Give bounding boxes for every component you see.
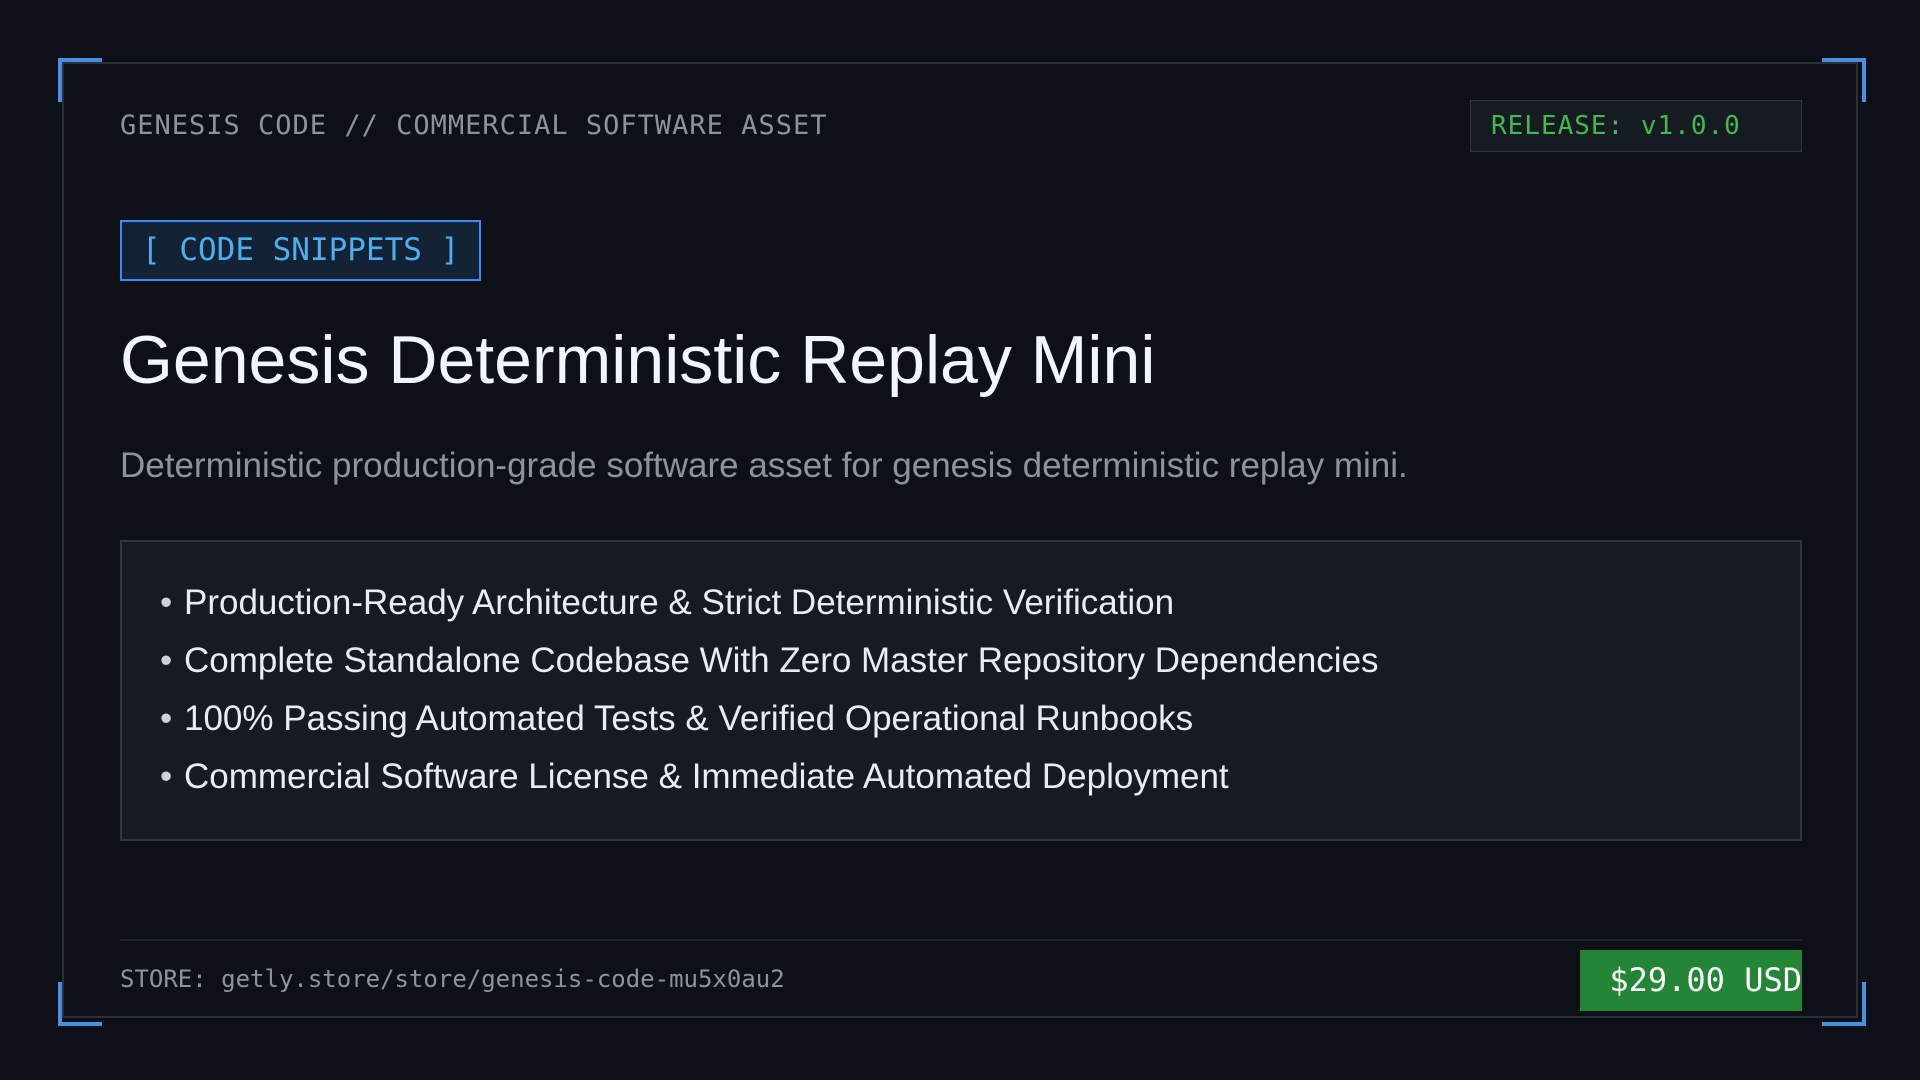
bullet-icon: •	[160, 757, 173, 796]
feature-list: • Production-Ready Architecture & Strict …	[120, 540, 1802, 841]
category-tag: [ CODE SNIPPETS ]	[120, 220, 482, 281]
feature-text: Complete Standalone Codebase With Zero M…	[184, 641, 1379, 680]
footer-divider	[120, 939, 1802, 941]
corner-bracket-top-left	[58, 58, 102, 102]
product-subtitle: Deterministic production-grade software …	[120, 446, 1408, 485]
bullet-icon: •	[160, 641, 173, 680]
release-badge: RELEASE: v1.0.0	[1470, 100, 1802, 152]
feature-item: • Production-Ready Architecture & Strict …	[160, 574, 1762, 632]
price-badge[interactable]: $29.00 USD	[1580, 950, 1802, 1011]
brand-label: GENESIS CODE // COMMERCIAL SOFTWARE ASSE…	[120, 110, 828, 141]
store-link[interactable]: STORE: getly.store/store/genesis-code-mu…	[120, 962, 785, 996]
feature-text: 100% Passing Automated Tests & Verified …	[184, 699, 1194, 738]
feature-item: • Commercial Software License & Immediate…	[160, 748, 1762, 806]
feature-item: • Complete Standalone Codebase With Zero …	[160, 632, 1762, 690]
feature-item: • 100% Passing Automated Tests & Verified…	[160, 690, 1762, 748]
corner-bracket-bottom-right	[1822, 982, 1866, 1026]
corner-bracket-bottom-left	[58, 982, 102, 1026]
bullet-icon: •	[160, 583, 173, 622]
bullet-icon: •	[160, 699, 173, 738]
feature-text: Production-Ready Architecture & Strict D…	[184, 583, 1175, 622]
corner-bracket-top-right	[1822, 58, 1866, 102]
product-title: Genesis Deterministic Replay Mini	[120, 322, 1156, 398]
feature-text: Commercial Software License & Immediate …	[184, 757, 1229, 796]
